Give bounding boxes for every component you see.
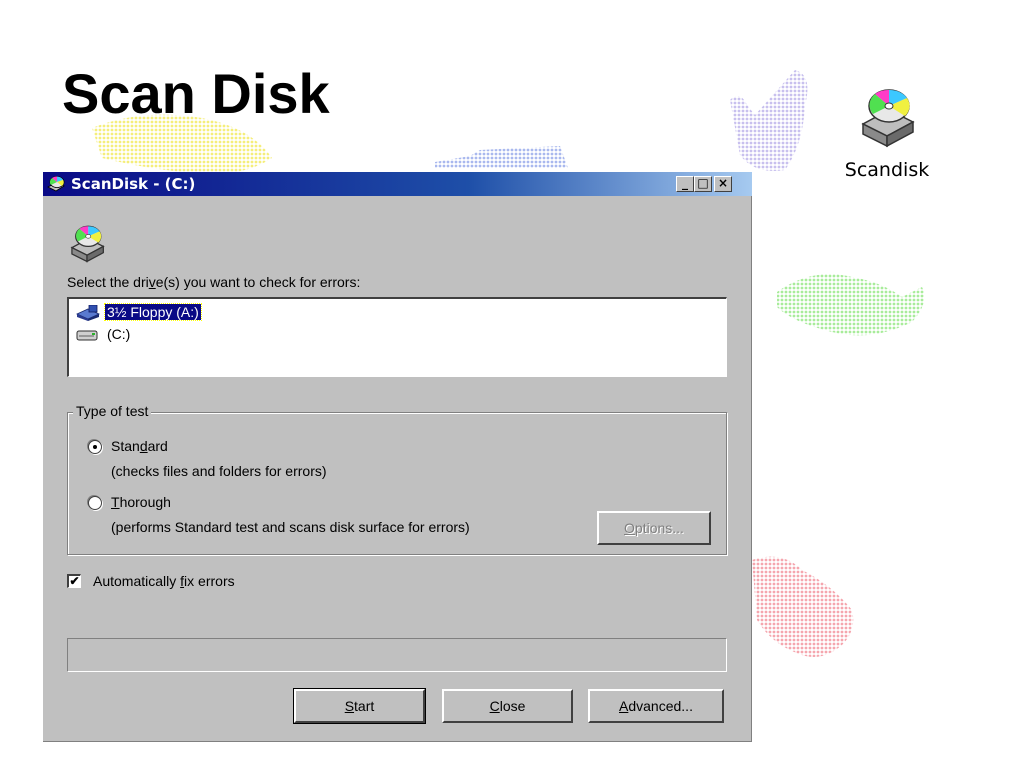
window-title: ScanDisk - (C:)	[71, 175, 196, 193]
title-bar[interactable]: ScanDisk - (C:) _ □ ×	[43, 172, 752, 196]
scandisk-title-icon	[47, 176, 65, 192]
hard-drive-icon	[76, 330, 98, 341]
minimize-button[interactable]: _	[676, 176, 694, 192]
progress-bar	[67, 638, 727, 672]
drive-label-floppy: 3½ Floppy (A:)	[104, 303, 202, 321]
close-button[interactable]: Close	[442, 689, 573, 723]
slide-title: Scan Disk	[62, 62, 330, 125]
floppy-drive-icon	[76, 305, 100, 321]
thorough-label[interactable]: Thorough	[111, 494, 171, 510]
standard-radio[interactable]	[88, 440, 102, 454]
drive-listbox[interactable]: 3½ Floppy (A:) (C:)	[67, 297, 727, 377]
autofix-checkbox[interactable]: ✔	[67, 574, 81, 588]
start-button[interactable]: Start	[293, 688, 426, 724]
lavender-hand-decoration	[730, 70, 808, 171]
close-window-button[interactable]: ×	[714, 176, 732, 192]
advanced-button[interactable]: Advanced...	[588, 689, 724, 723]
autofix-label[interactable]: Automatically fix errors	[93, 573, 235, 589]
standard-description: (checks files and folders for errors)	[111, 463, 327, 479]
scandisk-drive-icon	[70, 225, 105, 263]
thorough-description: (performs Standard test and scans disk s…	[111, 519, 470, 535]
standard-label[interactable]: Standard	[111, 438, 168, 454]
scandisk-window: ScanDisk - (C:) _ □ × Select the drive(s…	[43, 172, 752, 742]
drive-select-prompt: Select the drive(s) you want to check fo…	[67, 274, 361, 290]
options-button[interactable]: Options...	[597, 511, 711, 545]
scandisk-desktop-shortcut[interactable]: Scandisk	[832, 80, 942, 181]
test-type-legend: Type of test	[73, 403, 152, 419]
maximize-button[interactable]: □	[694, 176, 712, 192]
thorough-radio[interactable]	[88, 496, 102, 510]
scandisk-icon	[861, 89, 915, 148]
green-hand-decoration	[777, 274, 925, 336]
blue-hand-decoration	[435, 146, 568, 168]
drive-label-c: (C:)	[107, 326, 131, 342]
scandisk-shortcut-label: Scandisk	[844, 159, 930, 181]
pink-hand-decoration	[752, 556, 854, 658]
